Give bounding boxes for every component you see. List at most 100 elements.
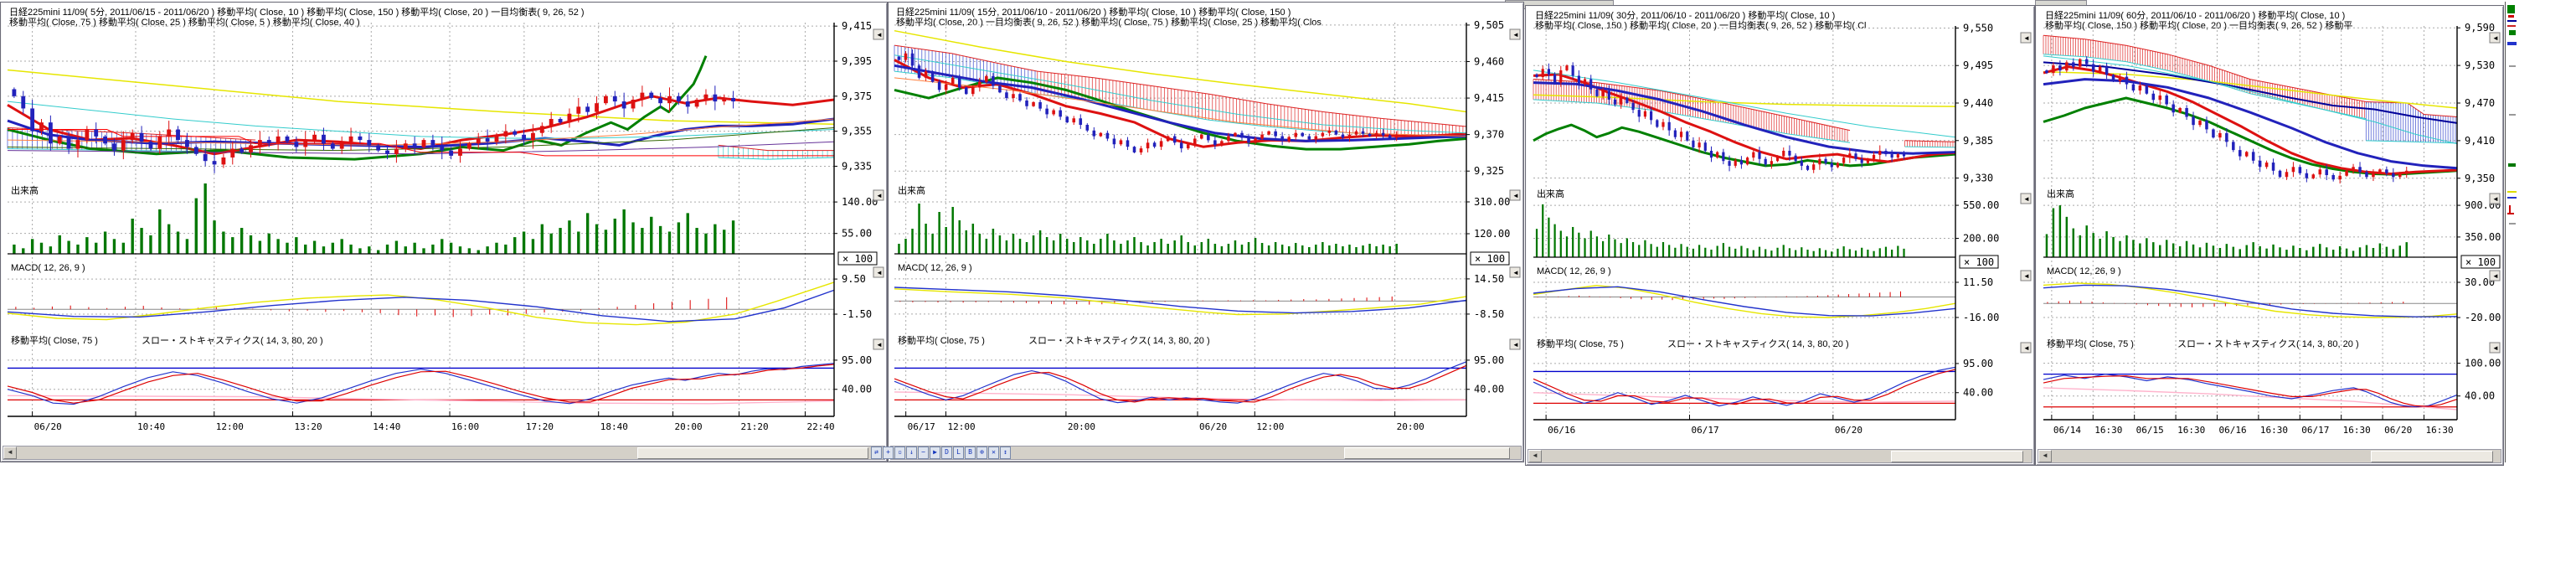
svg-text:◄: ◄ — [2023, 34, 2030, 42]
scrollbar-thumb[interactable] — [1891, 451, 2023, 462]
mini-toolbar-button[interactable]: ↓ — [906, 447, 917, 459]
mini-toolbar-button[interactable]: ✕ — [988, 447, 999, 459]
svg-text:◄: ◄ — [2492, 34, 2499, 42]
time-axis-label: 16:30 — [2094, 425, 2122, 436]
volume-axis-label: 350.00 — [2465, 231, 2501, 243]
mini-toolbar-button[interactable]: ↕ — [1000, 447, 1011, 459]
pane-scroll-button[interactable]: ◄ — [2490, 194, 2500, 204]
pane-scroll-button[interactable]: ◄ — [873, 29, 884, 39]
time-axis-label: 16:30 — [2343, 425, 2371, 436]
stochastics-pane: 移動平均( Close, 75 )スロー・ストキャスティクス( 14, 3, 8… — [2043, 338, 2457, 410]
horizontal-scrollbar[interactable]: ◄ — [3, 446, 885, 460]
price-axis-label: 9,505 — [1474, 19, 1504, 31]
time-axis-label: 13:20 — [295, 421, 322, 432]
mini-toolbar-button[interactable]: ▫ — [894, 447, 905, 459]
stoch-axis-label: 95.00 — [1963, 358, 1993, 369]
background-chart-fragment — [2509, 114, 2516, 116]
scroll-left-button[interactable]: ◄ — [1528, 450, 1542, 462]
time-axis-label: 20:00 — [675, 421, 703, 432]
price-axis-label: 9,460 — [1474, 55, 1504, 67]
svg-text:移動平均( Close, 20 ) 一目均衡表( 9, 2: 移動平均( Close, 20 ) 一目均衡表( 9, 26, 52 ) 移動平… — [896, 16, 1321, 28]
scrollbar-thumb[interactable] — [1344, 447, 1510, 459]
pane-scroll-button[interactable]: ◄ — [2490, 271, 2500, 281]
pane-scroll-button[interactable]: ◄ — [1510, 29, 1520, 39]
background-chart-fragment — [2507, 42, 2517, 45]
background-chart-fragment — [2509, 30, 2516, 35]
scroll-left-button[interactable]: ◄ — [3, 447, 17, 459]
chart-canvas-15min: 日経225mini 11/09( 15分, 2011/06/10 - 2011/… — [889, 3, 1523, 445]
svg-text:移動平均( Close, 150 ) 移動平均( Clos: 移動平均( Close, 150 ) 移動平均( Close, 20 ) 一目均… — [1535, 19, 1866, 31]
svg-text:日経225mini 11/09( 30分, 2011/06/: 日経225mini 11/09( 30分, 2011/06/10 - 2011/… — [1535, 9, 1835, 21]
stoch-axis-label: 40.00 — [2465, 390, 2495, 402]
volume-axis-label: 120.00 — [1474, 228, 1510, 240]
volume-axis-label: 310.00 — [1474, 196, 1510, 208]
time-axis-label: 06/17 — [1691, 425, 1718, 436]
price-axis-label: 9,590 — [2465, 22, 2495, 34]
price-axis-label: 9,415 — [1474, 92, 1504, 104]
pane-scroll-button[interactable]: ◄ — [1510, 190, 1520, 200]
pane-scroll-button[interactable]: ◄ — [2021, 343, 2031, 353]
volume-multiplier-badge: × 100 — [2461, 256, 2500, 268]
mini-toolbar-button[interactable]: ⇄ — [871, 447, 882, 459]
pane-scroll-button[interactable]: ◄ — [873, 190, 884, 200]
horizontal-scrollbar[interactable]: ◄ — [2038, 449, 2501, 463]
svg-text:× 100: × 100 — [842, 253, 873, 265]
mini-toolbar-button[interactable]: L — [953, 447, 964, 459]
time-axis-label: 12:00 — [1256, 421, 1284, 432]
mini-toolbar-button[interactable]: − — [918, 447, 929, 459]
time-axis-label: 06/17 — [2301, 425, 2329, 436]
time-axis-label: 16:30 — [2425, 425, 2453, 436]
pane-scroll-button[interactable]: ◄ — [2490, 33, 2500, 43]
pane-scroll-button[interactable]: ◄ — [1510, 267, 1520, 277]
background-chart-fragment — [2507, 197, 2517, 199]
price-axis-label: 9,335 — [842, 160, 872, 172]
stoch-axis-label: 40.00 — [1963, 387, 1993, 399]
volume-pane: 出来高 — [8, 183, 834, 254]
pane-scroll-button[interactable]: ◄ — [2021, 194, 2031, 204]
mini-toolbar-button[interactable]: ▶ — [930, 447, 940, 459]
stochastics-pane: 移動平均( Close, 75 )スロー・ストキャスティクス( 14, 3, 8… — [8, 334, 834, 405]
pane-scroll-button[interactable]: ◄ — [873, 267, 884, 277]
mini-toolbar-button[interactable]: D — [941, 447, 952, 459]
time-axis-label: 16:30 — [2177, 425, 2205, 436]
pane-scroll-button[interactable]: ◄ — [873, 339, 884, 349]
horizontal-scrollbar[interactable]: ◄ — [1528, 449, 2032, 463]
volume-axis-label: 550.00 — [1963, 199, 1999, 211]
scrollbar-thumb[interactable] — [637, 447, 868, 459]
svg-text:移動平均( Close, 150 ) 移動平均( Clos: 移動平均( Close, 150 ) 移動平均( Close, 20 ) 一目均… — [2045, 19, 2352, 31]
stoch-ma-label: 移動平均( Close, 75 ) — [11, 334, 98, 346]
time-axis-label: 22:40 — [806, 421, 834, 432]
volume-axis-label: 200.00 — [1963, 232, 1999, 244]
gridlines: 06/1416:3006/1516:3006/1616:3006/1716:30… — [2043, 22, 2501, 436]
pane-scroll-button[interactable]: ◄ — [2490, 343, 2500, 353]
background-chart-fragment — [2509, 223, 2516, 225]
macd-axis-label: -8.50 — [1474, 308, 1504, 320]
time-axis-label: 20:00 — [1397, 421, 1425, 432]
pane-scroll-button[interactable]: ◄ — [2021, 271, 2031, 281]
time-axis-label: 20:00 — [1068, 421, 1095, 432]
scroll-left-button[interactable]: ◄ — [2038, 450, 2052, 462]
mini-toolbar-button[interactable]: ⊕ — [976, 447, 987, 459]
chart-window-30min: 日経225mini 11/09( 30分, 2011/06/10 - 2011/… — [1525, 5, 2035, 466]
macd-axis-label: -16.00 — [1963, 312, 1999, 323]
macd-pane: MACD( 12, 26, 9 ) — [8, 263, 834, 325]
svg-text:× 100: × 100 — [1964, 256, 1994, 268]
time-axis-label: 10:40 — [137, 421, 165, 432]
svg-text:◄: ◄ — [2492, 272, 2499, 280]
mini-toolbar-button[interactable]: + — [883, 447, 894, 459]
time-axis-label: 06/20 — [2384, 425, 2412, 436]
pane-scroll-button[interactable]: ◄ — [1510, 339, 1520, 349]
stoch-axis-label: 100.00 — [2465, 358, 2501, 369]
svg-text:◄: ◄ — [2492, 344, 2499, 352]
svg-text:× 100: × 100 — [1475, 253, 1505, 265]
pane-scroll-button[interactable]: ◄ — [2021, 33, 2031, 43]
volume-axis-label: 55.00 — [842, 228, 872, 240]
price-axis-label: 9,550 — [1963, 22, 1993, 34]
volume-multiplier-badge: × 100 — [1960, 256, 1998, 268]
background-chart-fragment — [2507, 20, 2517, 22]
macd-pane-label: MACD( 12, 26, 9 ) — [2047, 266, 2121, 276]
mini-toolbar-button[interactable]: B — [965, 447, 976, 459]
scrollbar-thumb[interactable] — [2371, 451, 2493, 462]
macd-axis-label: -1.50 — [842, 308, 872, 320]
stoch-axis-label: 40.00 — [842, 384, 872, 395]
